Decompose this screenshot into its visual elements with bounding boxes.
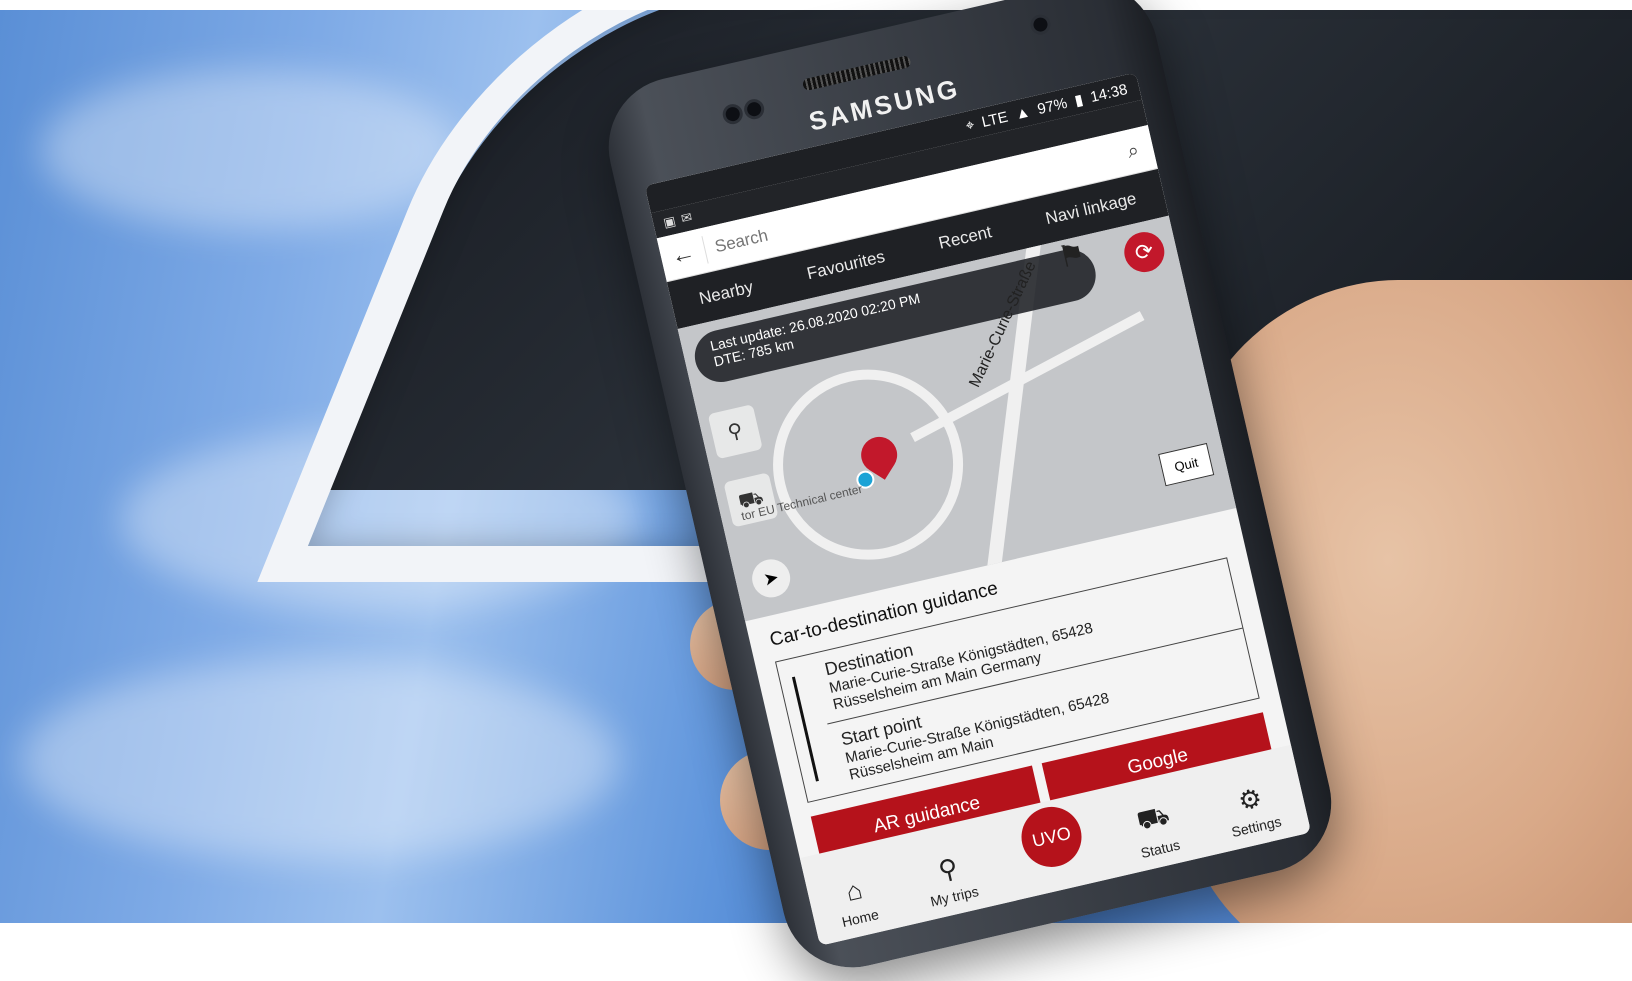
quit-button[interactable]: Quit bbox=[1158, 442, 1215, 487]
home-icon: ⌂ bbox=[842, 874, 865, 908]
nav-settings[interactable]: ⚙ Settings bbox=[1222, 779, 1283, 840]
tab-recent[interactable]: Recent bbox=[937, 222, 994, 254]
nav-status-label: Status bbox=[1139, 836, 1182, 862]
navigation-arrow-icon[interactable]: ➤ bbox=[748, 555, 794, 602]
tab-favourites[interactable]: Favourites bbox=[805, 247, 887, 284]
nav-my-trips[interactable]: ⚲ My trips bbox=[921, 849, 980, 909]
search-icon[interactable]: ⌕ bbox=[1111, 135, 1155, 166]
tab-navi-linkage[interactable]: Navi linkage bbox=[1044, 189, 1139, 229]
battery-icon: ▮ bbox=[1072, 91, 1085, 110]
refresh-icon[interactable]: ⟳ bbox=[1120, 228, 1169, 277]
screenshot-icon: ▣ bbox=[661, 212, 678, 231]
nav-status[interactable]: ⛟ Status bbox=[1130, 799, 1182, 862]
car-location-icon[interactable]: ⚲ bbox=[707, 404, 763, 460]
sky-reflection bbox=[40, 70, 460, 230]
nav-home-label: Home bbox=[840, 906, 881, 931]
location-icon: ⌖ bbox=[963, 115, 976, 135]
tab-nearby[interactable]: Nearby bbox=[697, 277, 755, 309]
route-arrow-icon bbox=[791, 676, 819, 782]
front-camera-icon bbox=[1028, 12, 1053, 37]
signal-icon: ▲ bbox=[1013, 102, 1032, 123]
message-icon: ✉ bbox=[679, 209, 694, 227]
back-arrow-icon[interactable]: ← bbox=[658, 236, 709, 274]
uvo-button[interactable]: UVO bbox=[1015, 800, 1088, 873]
nav-home[interactable]: ⌂ Home bbox=[832, 872, 880, 930]
battery-label: 97% bbox=[1035, 94, 1069, 118]
sky-reflection bbox=[20, 660, 620, 860]
car-status-icon: ⛟ bbox=[1133, 799, 1173, 836]
time-label: 14:38 bbox=[1088, 80, 1130, 106]
network-label: LTE bbox=[979, 108, 1010, 131]
